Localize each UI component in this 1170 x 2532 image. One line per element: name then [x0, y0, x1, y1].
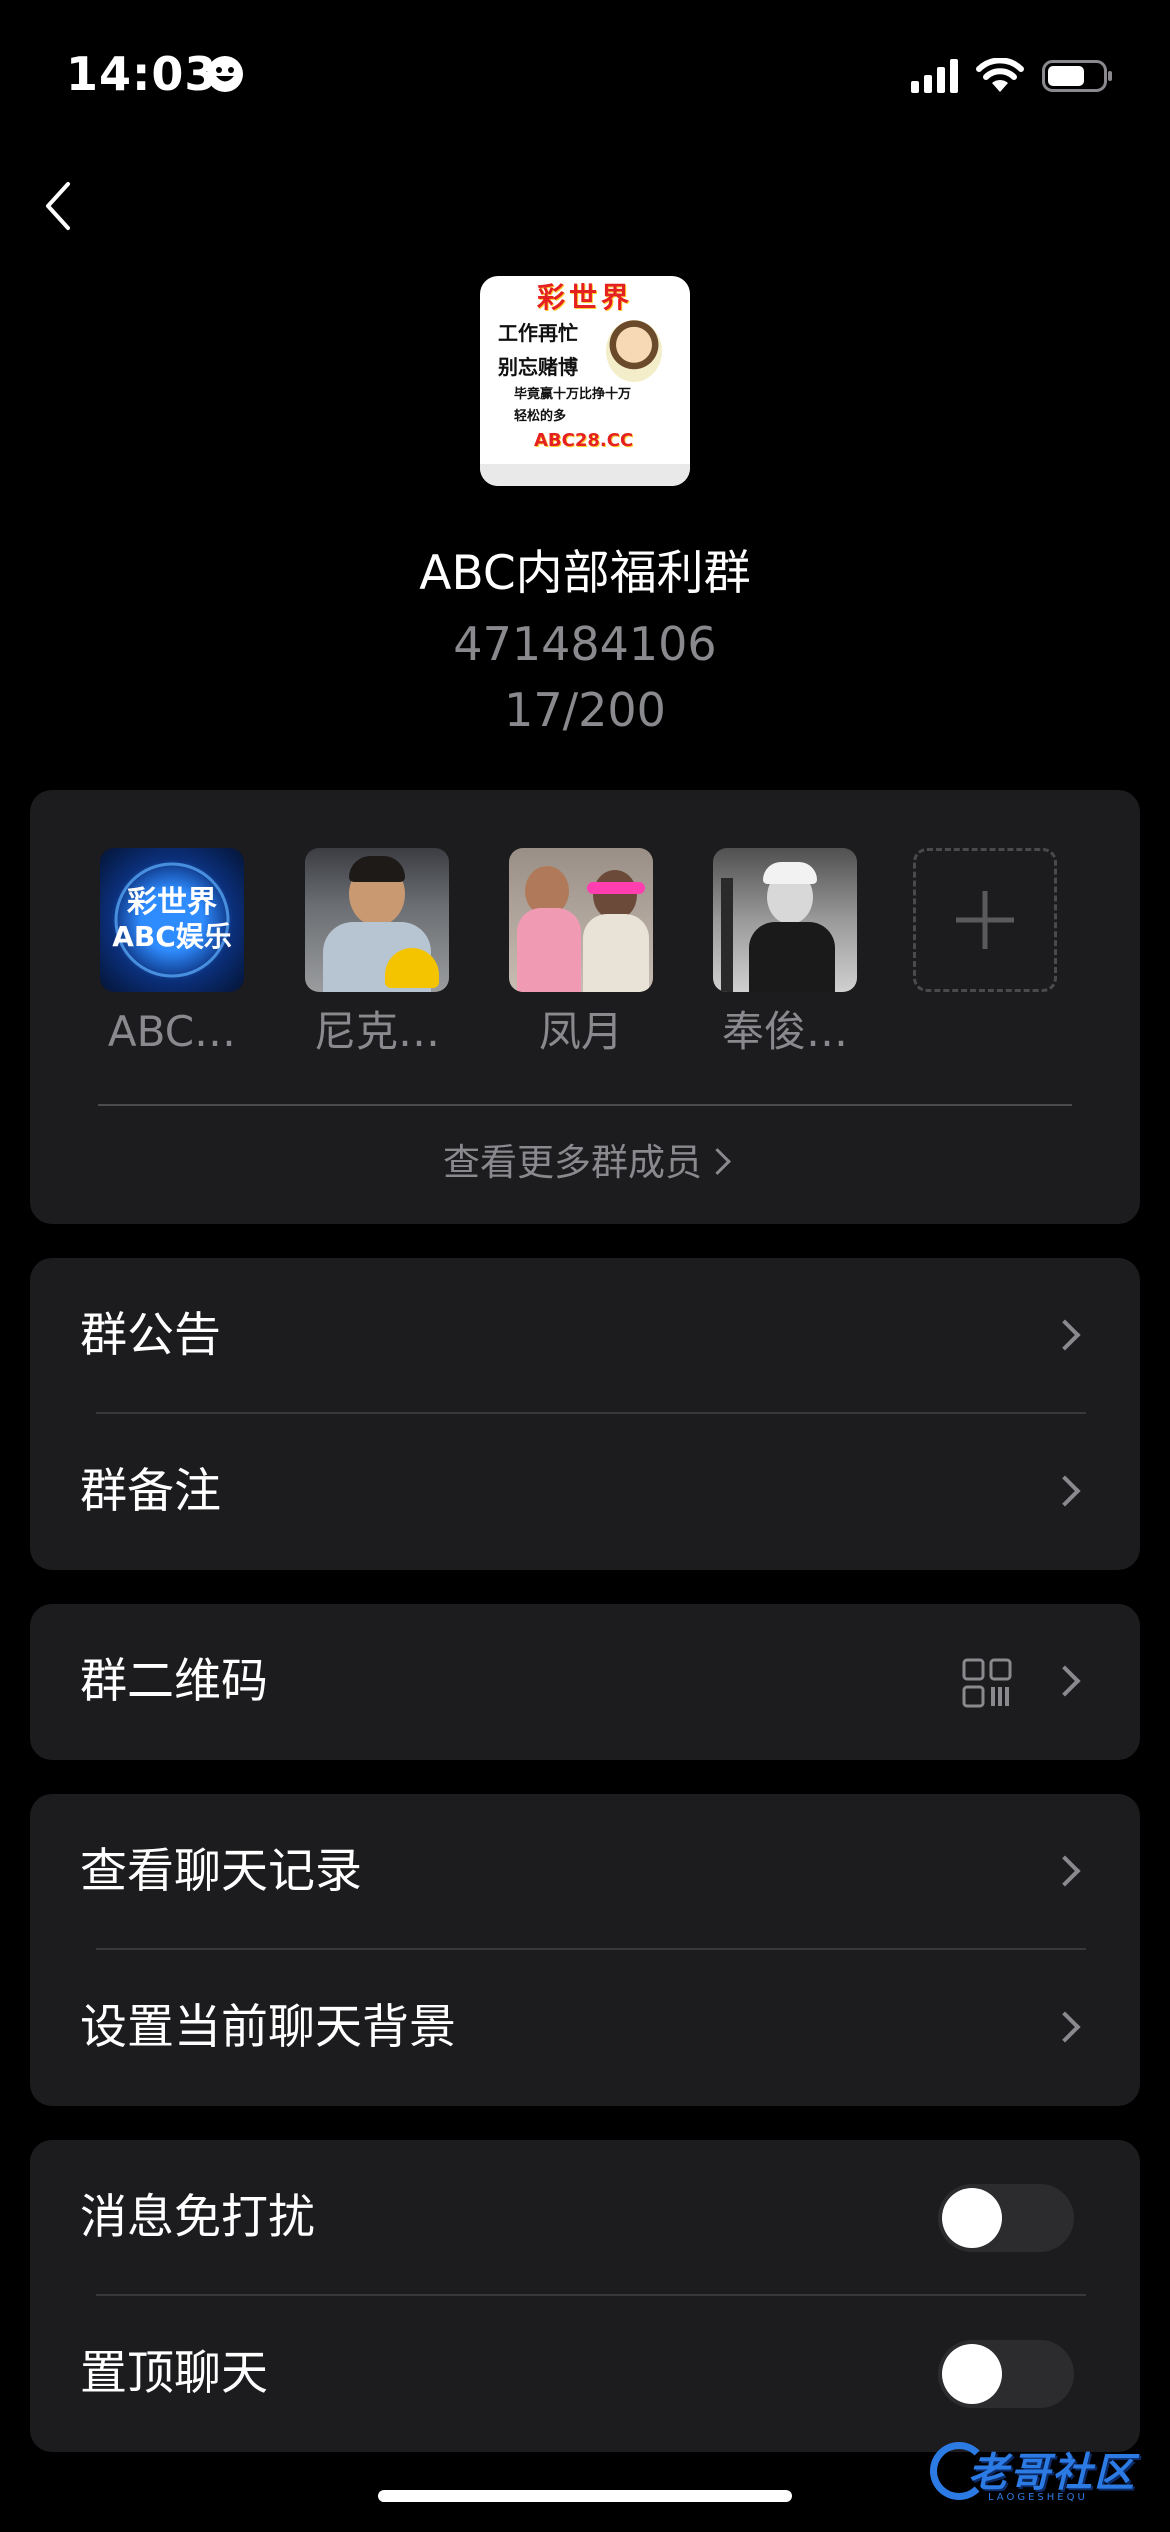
add-member-button[interactable] — [913, 848, 1057, 992]
announcement-row[interactable]: 群公告 — [30, 1258, 1140, 1414]
chevron-right-icon — [704, 1148, 731, 1175]
pin-label: 置顶聊天 — [80, 2346, 268, 2401]
member-avatar — [305, 848, 449, 992]
remark-label: 群备注 — [80, 1464, 221, 1519]
member-item[interactable]: 尼克… — [292, 848, 462, 1062]
status-indicators — [911, 54, 1114, 98]
smiley-icon — [207, 56, 243, 92]
members-card: 彩世界 ABC娱乐 ABC… 尼克… 凤月 奉俊… 查看更多群成员 — [30, 790, 1140, 1224]
pin-row: 置顶聊天 — [30, 2296, 1140, 2452]
group-avatar[interactable]: 彩世界 工作再忙 别忘赌博 毕竟赢十万比挣十万 轻松的多 ABC28.CC — [480, 276, 690, 486]
view-more-members-link[interactable]: 查看更多群成员 — [30, 1138, 1140, 1188]
chat-background-row[interactable]: 设置当前聊天背景 — [30, 1950, 1140, 2106]
qrcode-card: 群二维码 — [30, 1604, 1140, 1760]
qrcode-label: 群二维码 — [80, 1654, 268, 1709]
chevron-right-icon — [1049, 2011, 1081, 2043]
toggle-knob — [942, 2344, 1002, 2404]
group-avatar-line4: 轻松的多 — [514, 409, 567, 424]
remark-row[interactable]: 群备注 — [30, 1414, 1140, 1570]
qrcode-row[interactable]: 群二维码 — [30, 1604, 1140, 1760]
status-time: 14:03 — [66, 47, 218, 101]
status-bar: 14:03 — [0, 0, 1170, 140]
chat-settings-card: 查看聊天记录 设置当前聊天背景 — [30, 1794, 1140, 2106]
wifi-icon — [976, 58, 1024, 92]
group-name: ABC内部福利群 — [419, 546, 751, 601]
member-name: 凤月 — [538, 1007, 623, 1056]
member-avatar: 彩世界 ABC娱乐 — [100, 848, 244, 992]
group-id: 471484106 — [453, 617, 717, 671]
abc-logo-icon: 彩世界 ABC娱乐 — [112, 862, 232, 978]
svg-text:ABC娱乐: ABC娱乐 — [112, 920, 232, 953]
divider — [98, 1104, 1072, 1106]
chevron-right-icon — [1049, 1319, 1081, 1351]
watermark-subtext: LAOGESHEQU — [988, 2492, 1088, 2503]
group-avatar-url: ABC28.CC — [534, 430, 634, 451]
group-avatar-footer — [480, 464, 690, 486]
qr-code-icon — [962, 1658, 1012, 1708]
cellular-signal-icon — [911, 59, 958, 93]
group-avatar-line3: 毕竟赢十万比挣十万 — [514, 387, 632, 402]
mute-toggle[interactable] — [938, 2184, 1074, 2252]
chevron-right-icon — [1049, 1665, 1081, 1697]
home-indicator[interactable] — [378, 2490, 792, 2502]
toggles-card: 消息免打扰 置顶聊天 — [30, 2140, 1140, 2452]
chat-history-label: 查看聊天记录 — [80, 1844, 362, 1899]
member-avatar — [509, 848, 653, 992]
group-info-card: 群公告 群备注 — [30, 1258, 1140, 1570]
member-name: 尼克… — [313, 1007, 440, 1056]
cartoon-face-icon — [606, 320, 662, 382]
chat-history-row[interactable]: 查看聊天记录 — [30, 1794, 1140, 1950]
battery-icon — [1042, 60, 1112, 92]
chevron-right-icon — [1049, 1855, 1081, 1887]
view-more-label: 查看更多群成员 — [443, 1141, 702, 1184]
member-item[interactable]: 奉俊… — [700, 848, 870, 1062]
member-name: ABC… — [107, 1007, 237, 1056]
chat-background-label: 设置当前聊天背景 — [80, 2000, 456, 2055]
member-count: 17/200 — [504, 683, 666, 737]
mute-label: 消息免打扰 — [80, 2190, 315, 2245]
toggle-knob — [942, 2188, 1002, 2248]
watermark-text: 老哥社区 — [968, 2450, 1136, 2496]
announcement-label: 群公告 — [80, 1308, 221, 1363]
chevron-right-icon — [1049, 1475, 1081, 1507]
watermark: 老哥社区 LAOGESHEQU — [930, 2432, 1160, 2512]
member-item[interactable]: 彩世界 ABC娱乐 ABC… — [87, 848, 257, 1062]
mute-row: 消息免打扰 — [30, 2140, 1140, 2296]
member-avatar — [713, 848, 857, 992]
group-avatar-title: 彩世界 — [536, 281, 633, 314]
pin-toggle[interactable] — [938, 2340, 1074, 2408]
member-item[interactable]: 凤月 — [496, 848, 666, 1062]
svg-text:彩世界: 彩世界 — [127, 885, 217, 920]
back-button[interactable] — [40, 176, 84, 236]
member-name: 奉俊… — [721, 1007, 848, 1056]
